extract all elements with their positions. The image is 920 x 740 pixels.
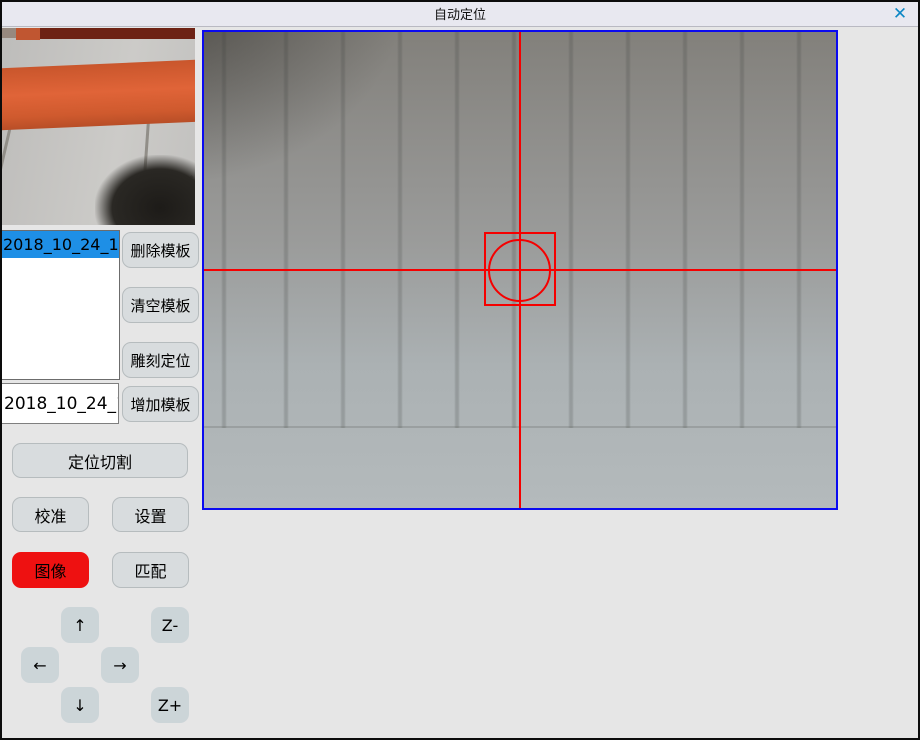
calibrate-button[interactable]: 校准 — [12, 497, 89, 532]
delete-template-button[interactable]: 删除模板 — [122, 232, 199, 268]
delete-template-label: 删除模板 — [130, 240, 190, 261]
template-preview-image — [1, 28, 195, 225]
jog-up-button[interactable]: ↑ — [61, 607, 99, 643]
orange-chip — [16, 28, 40, 40]
template-name-input[interactable] — [1, 383, 119, 424]
match-label: 匹配 — [134, 558, 166, 582]
template-list-item-label: 2018_10_24_11 — [3, 235, 119, 254]
z-plus-button[interactable]: Z+ — [151, 687, 189, 723]
dark-red-strip — [31, 28, 195, 39]
grey-chip — [1, 28, 16, 38]
image-label: 图像 — [34, 558, 66, 582]
z-minus-label: Z- — [162, 616, 178, 635]
close-button[interactable]: ✕ — [888, 2, 912, 25]
auto-position-dialog: 自动定位 ✕ 2018_10_24_11 删除模板 清空模板 雕刻定位 增加模板 — [0, 0, 920, 740]
jog-left-button[interactable]: ← — [21, 647, 59, 683]
jog-right-button[interactable]: → — [101, 647, 139, 683]
position-cut-button[interactable]: 定位切割 — [12, 443, 188, 478]
arrow-up-icon: ↑ — [73, 616, 86, 635]
arrow-down-icon: ↓ — [73, 696, 86, 715]
jog-down-button[interactable]: ↓ — [61, 687, 99, 723]
dialog-title: 自动定位 — [0, 0, 920, 27]
clear-templates-button[interactable]: 清空模板 — [122, 287, 199, 323]
settings-label: 设置 — [134, 503, 166, 527]
arrow-right-icon: → — [113, 656, 126, 675]
orange-beam — [1, 59, 195, 130]
close-icon: ✕ — [893, 4, 907, 24]
dark-object — [95, 155, 195, 225]
add-template-button[interactable]: 增加模板 — [122, 386, 199, 422]
arrow-left-icon: ← — [33, 656, 46, 675]
engrave-position-label: 雕刻定位 — [130, 350, 190, 371]
z-minus-button[interactable]: Z- — [151, 607, 189, 643]
title-bar: 自动定位 ✕ — [0, 0, 920, 27]
template-list[interactable]: 2018_10_24_11 — [1, 230, 120, 380]
image-button[interactable]: 图像 — [12, 552, 89, 588]
settings-button[interactable]: 设置 — [112, 497, 189, 532]
add-template-label: 增加模板 — [130, 394, 190, 415]
camera-view[interactable] — [202, 30, 838, 510]
template-list-item[interactable]: 2018_10_24_11 — [2, 231, 119, 258]
z-plus-label: Z+ — [158, 696, 182, 715]
roi-circle — [488, 239, 551, 302]
clear-templates-label: 清空模板 — [130, 295, 190, 316]
engrave-position-button[interactable]: 雕刻定位 — [122, 342, 199, 378]
calibrate-label: 校准 — [34, 503, 66, 527]
match-button[interactable]: 匹配 — [112, 552, 189, 588]
position-cut-label: 定位切割 — [68, 449, 132, 473]
tile-grout-line — [1, 126, 12, 225]
